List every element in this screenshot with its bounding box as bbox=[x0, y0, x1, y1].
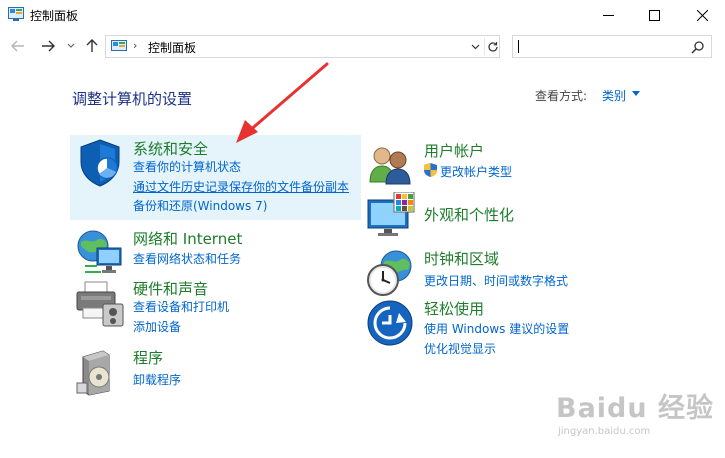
close-icon bbox=[696, 9, 708, 21]
link-change-date-time-format[interactable]: 更改日期、时间或数字格式 bbox=[424, 272, 568, 289]
up-arrow-icon bbox=[86, 39, 98, 52]
link-view-computer-status[interactable]: 查看你的计算机状态 bbox=[133, 158, 241, 175]
maximize-button[interactable] bbox=[631, 0, 677, 30]
forward-arrow-icon bbox=[42, 40, 55, 52]
uac-shield-icon bbox=[424, 163, 437, 177]
back-arrow-icon bbox=[11, 40, 24, 52]
link-uninstall-program[interactable]: 卸载程序 bbox=[133, 371, 181, 388]
view-by-dropdown[interactable]: 类别 bbox=[602, 87, 626, 104]
caret-down-icon[interactable] bbox=[632, 91, 640, 97]
link-devices-printers[interactable]: 查看设备和打印机 bbox=[133, 298, 229, 315]
back-button[interactable] bbox=[10, 38, 26, 54]
link-optimize-visual-display[interactable]: 优化视觉显示 bbox=[424, 340, 496, 357]
breadcrumb-separator-icon[interactable]: › bbox=[133, 39, 137, 52]
window-title: 控制面板 bbox=[30, 9, 79, 23]
link-network-status[interactable]: 查看网络状态和任务 bbox=[133, 250, 241, 267]
watermark-main-text: Baidu 经验 bbox=[556, 393, 715, 424]
printer-icon bbox=[76, 281, 124, 327]
page-title: 调整计算机的设置 bbox=[72, 90, 193, 108]
category-title[interactable]: 外观和个性化 bbox=[424, 204, 514, 225]
maximize-icon bbox=[648, 9, 660, 21]
close-button[interactable] bbox=[679, 0, 725, 30]
search-box[interactable] bbox=[512, 35, 712, 58]
category-title[interactable]: 系统和安全 bbox=[133, 138, 208, 159]
chevron-down-icon bbox=[471, 44, 479, 50]
forward-button[interactable] bbox=[40, 38, 56, 54]
clock-globe-icon bbox=[367, 250, 412, 296]
users-icon bbox=[369, 147, 411, 185]
shield-icon bbox=[80, 139, 120, 187]
control-panel-icon bbox=[111, 40, 127, 51]
minimize-button[interactable] bbox=[585, 0, 631, 30]
link-file-history-backup[interactable]: 通过文件历史记录保存你的文件备份副本 bbox=[133, 178, 349, 195]
baidu-watermark: Baidu 经验 jingyan.baidu.com bbox=[556, 386, 721, 446]
search-input[interactable] bbox=[513, 36, 683, 57]
view-by-label: 查看方式: bbox=[535, 89, 588, 103]
control-panel-icon bbox=[8, 7, 24, 21]
link-add-device[interactable]: 添加设备 bbox=[133, 318, 181, 335]
link-windows-suggested-settings[interactable]: 使用 Windows 建议的设置 bbox=[424, 320, 569, 337]
title-bar: 控制面板 bbox=[0, 0, 725, 30]
category-title[interactable]: 硬件和声音 bbox=[133, 278, 208, 299]
network-globe-icon bbox=[77, 230, 122, 273]
search-icon[interactable] bbox=[691, 40, 705, 54]
breadcrumb[interactable]: 控制面板 bbox=[148, 39, 196, 56]
monitor-palette-icon bbox=[367, 192, 415, 236]
programs-icon bbox=[76, 350, 110, 396]
address-dropdown-button[interactable] bbox=[468, 40, 482, 54]
watermark-sub-text: jingyan.baidu.com bbox=[558, 426, 651, 437]
category-title[interactable]: 用户帐户 bbox=[424, 140, 484, 161]
text-caret bbox=[518, 40, 519, 53]
ease-of-access-icon bbox=[367, 300, 413, 346]
address-bar[interactable]: › 控制面板 bbox=[105, 35, 500, 58]
link-backup-restore[interactable]: 备份和还原(Windows 7) bbox=[133, 197, 267, 214]
up-button[interactable] bbox=[84, 38, 100, 54]
link-change-account-type[interactable]: 更改帐户类型 bbox=[440, 163, 512, 180]
refresh-button[interactable] bbox=[484, 38, 500, 55]
navigation-bar: › 控制面板 bbox=[0, 32, 725, 60]
recent-locations-button[interactable] bbox=[66, 38, 76, 54]
category-title[interactable]: 时钟和区域 bbox=[424, 248, 499, 269]
chevron-down-icon bbox=[67, 43, 75, 48]
category-title[interactable]: 轻松使用 bbox=[424, 298, 484, 319]
refresh-icon bbox=[487, 41, 498, 52]
category-title[interactable]: 程序 bbox=[133, 347, 163, 368]
category-title[interactable]: 网络和 Internet bbox=[133, 228, 242, 249]
minimize-icon bbox=[602, 14, 614, 16]
